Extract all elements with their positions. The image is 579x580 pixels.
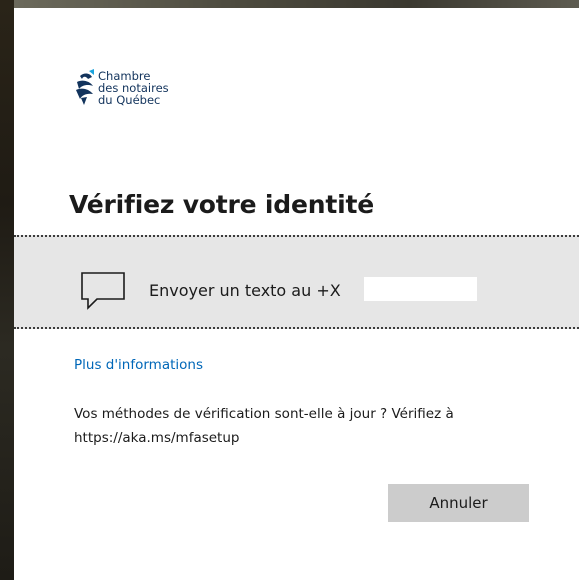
background-edge-left	[0, 0, 14, 580]
more-info-link[interactable]: Plus d'informations	[74, 357, 203, 373]
logo-mark-icon	[76, 69, 94, 105]
logo-line-3: du Québec	[98, 93, 161, 107]
sms-verification-option[interactable]: Envoyer un texto au +X	[14, 235, 579, 329]
organization-logo: Chambre des notaires du Québec	[74, 68, 169, 108]
notice-line-2: https://aka.ms/mfasetup	[74, 430, 240, 446]
chat-bubble-icon	[81, 272, 125, 310]
background-edge-top	[14, 0, 579, 8]
redacted-phone-number	[364, 277, 477, 301]
logo-text: Chambre des notaires du Québec	[98, 70, 169, 106]
cancel-button[interactable]: Annuler	[388, 484, 529, 522]
notice-line-1: Vos méthodes de vérification sont-elle à…	[74, 406, 454, 422]
verification-methods-notice: Vos méthodes de vérification sont-elle à…	[74, 402, 544, 450]
mfa-dialog: Chambre des notaires du Québec Vérifiez …	[14, 8, 579, 580]
page-title: Vérifiez votre identité	[69, 190, 374, 219]
sms-option-label: Envoyer un texto au +X	[149, 281, 341, 300]
